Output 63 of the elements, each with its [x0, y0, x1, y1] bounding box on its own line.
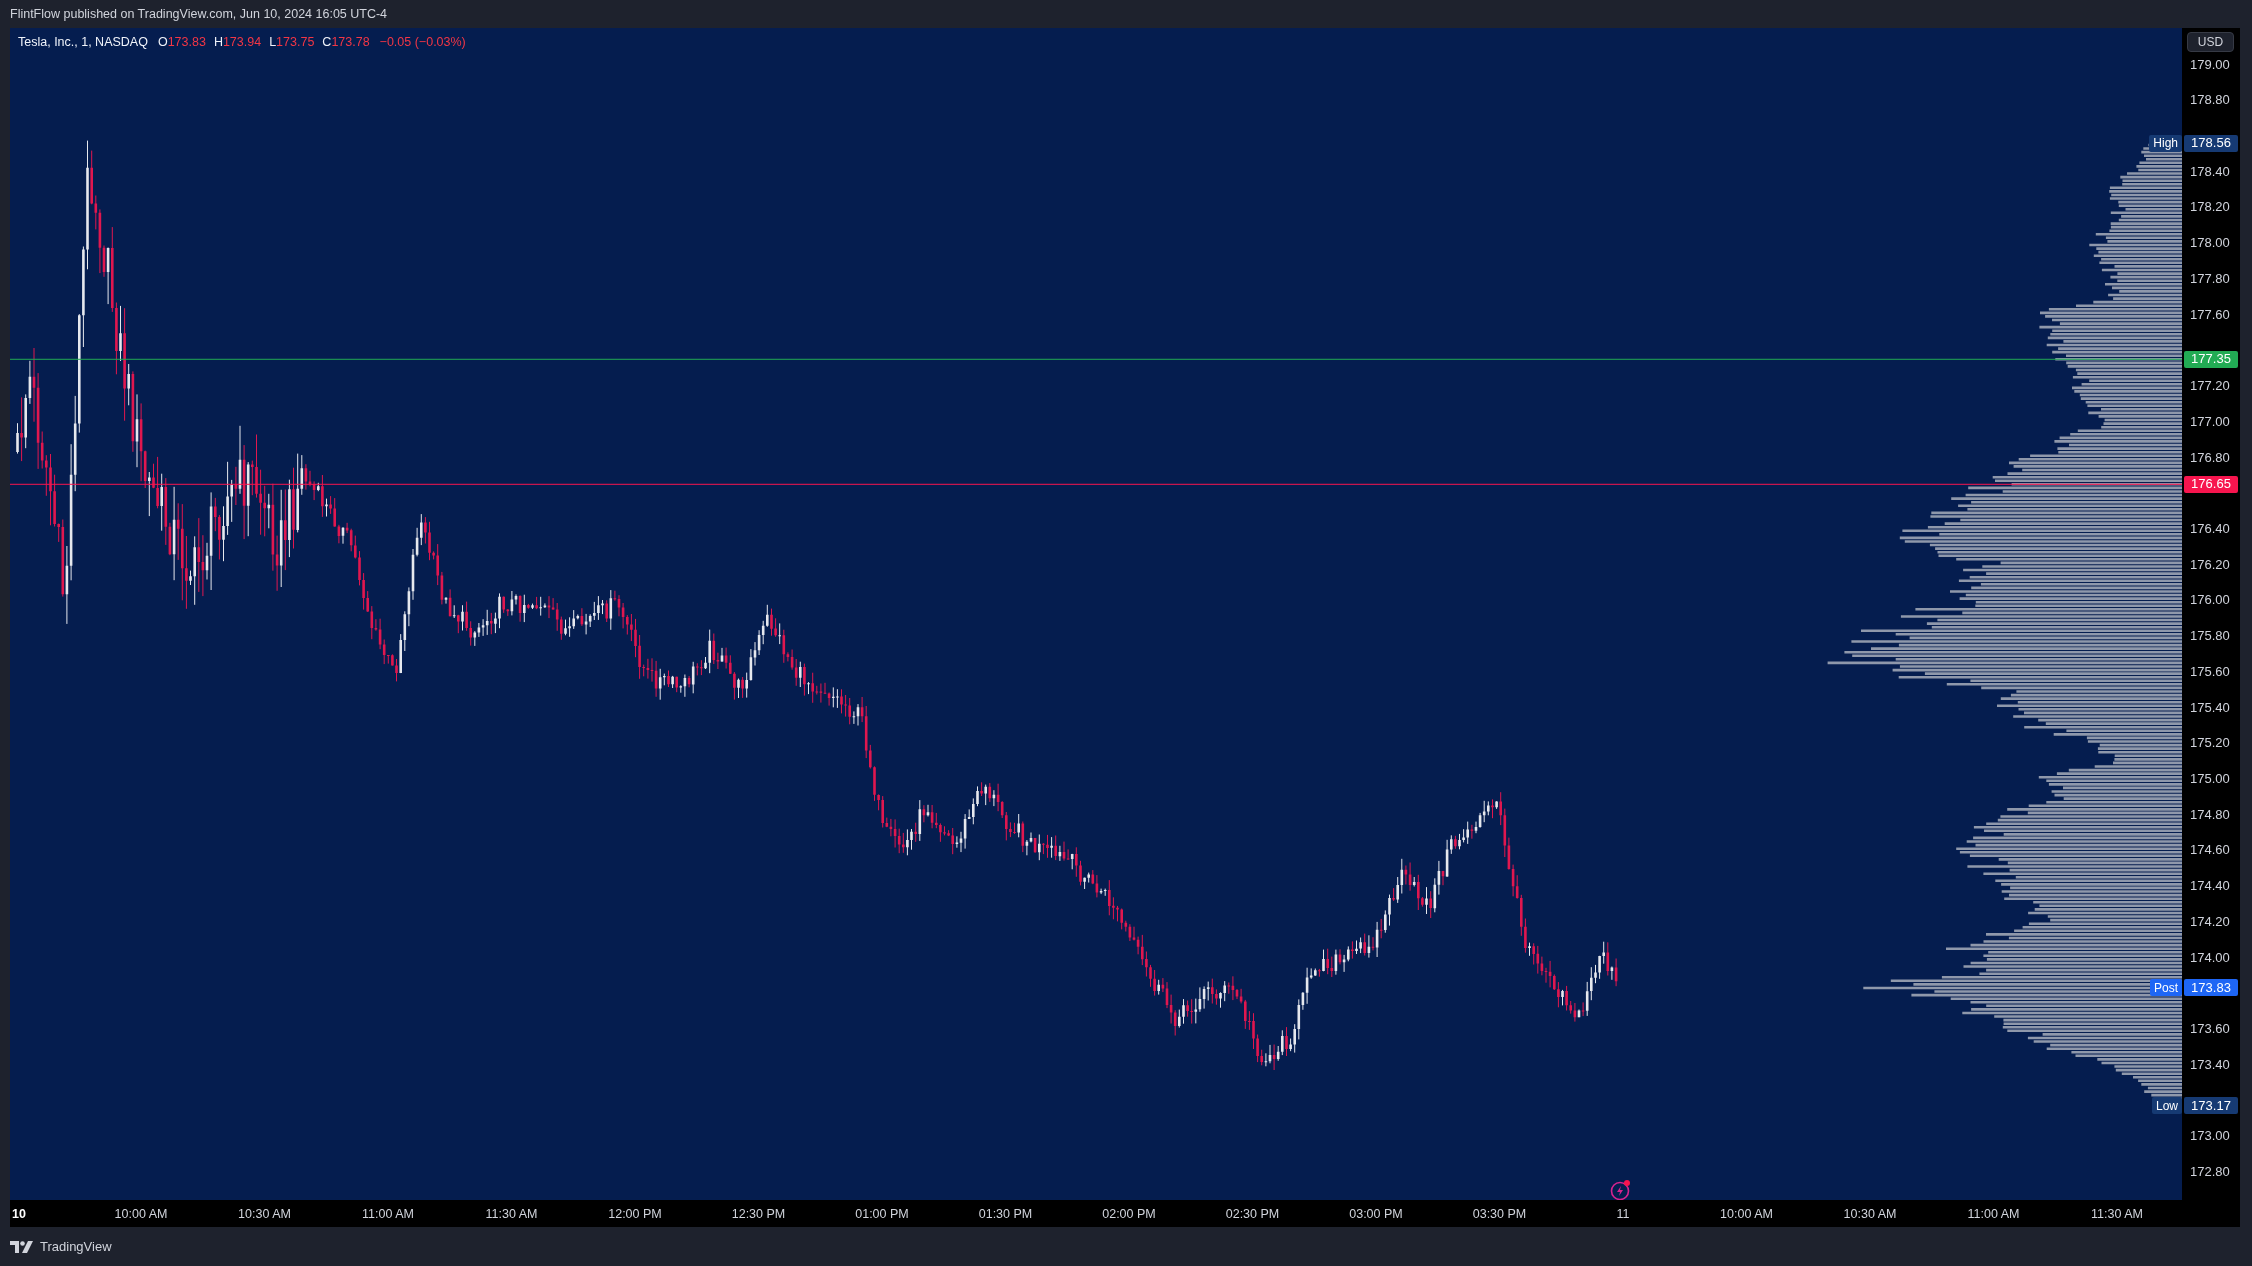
price-tick: 176.20 — [2190, 556, 2230, 573]
time-tick: 03:30 PM — [1472, 1206, 1527, 1223]
price-tick: 175.80 — [2190, 628, 2230, 645]
price-tick: 174.80 — [2190, 806, 2230, 823]
currency-button[interactable]: USD — [2187, 32, 2234, 52]
lightning-icon[interactable] — [1609, 1178, 1633, 1200]
price-tick: 178.00 — [2190, 235, 2230, 252]
time-tick: 10:00 AM — [114, 1206, 168, 1223]
price-tick: 175.60 — [2190, 663, 2230, 680]
time-tick: 01:00 PM — [855, 1206, 909, 1223]
price-tick: 179.00 — [2190, 56, 2230, 73]
price-badge-label: Low — [2152, 1097, 2182, 1115]
price-tick: 176.00 — [2190, 592, 2230, 609]
price-tick: 178.80 — [2190, 92, 2230, 109]
ohlc-value: C173.78 — [322, 34, 370, 51]
price-badge-label: Post — [2150, 979, 2182, 997]
time-tick: 11 — [1616, 1206, 1630, 1223]
time-tick: 10:30 AM — [1843, 1206, 1897, 1223]
time-tick: 02:30 PM — [1225, 1206, 1280, 1223]
price-badge: 173.17 — [2184, 1097, 2238, 1115]
ohlc-value: L173.75 — [269, 34, 315, 51]
price-tick: 178.20 — [2190, 199, 2230, 216]
price-tick: 177.80 — [2190, 270, 2230, 287]
price-tick: 177.60 — [2190, 306, 2230, 323]
price-tick: 173.40 — [2190, 1056, 2230, 1073]
time-tick: 02:00 PM — [1102, 1206, 1156, 1223]
publisher-line: FlintFlow published on TradingView.com, Jun 10, 2024 16:05 UTC-4 — [10, 5, 388, 23]
ohlc-value: O173.83 — [157, 34, 206, 51]
price-tick: 176.40 — [2190, 520, 2230, 537]
price-tick: 174.00 — [2190, 949, 2230, 966]
time-tick: 03:00 PM — [1349, 1206, 1403, 1223]
price-tick: 175.00 — [2190, 771, 2230, 787]
time-tick: 11:00 AM — [1967, 1206, 2020, 1223]
time-tick: 11:30 AM — [2091, 1206, 2143, 1223]
tradingview-logo-icon — [10, 1240, 34, 1253]
time-tick: 10:00 AM — [1720, 1206, 1773, 1223]
price-tick: 177.20 — [2190, 378, 2230, 395]
price-tick: 176.80 — [2190, 449, 2230, 466]
price-tick: 175.40 — [2190, 699, 2230, 716]
price-change: −0.05 (−0.03%) — [379, 34, 466, 51]
price-tick: 175.20 — [2190, 735, 2230, 752]
time-tick: 11:00 AM — [362, 1206, 414, 1223]
price-tick: 172.80 — [2190, 1163, 2230, 1180]
symbol-title: Tesla, Inc., 1, NASDAQ — [18, 34, 148, 51]
time-tick: 12:00 PM — [608, 1206, 662, 1223]
price-tick: 178.40 — [2190, 163, 2230, 180]
price-badge: 176.65 — [2184, 475, 2238, 493]
price-badge: 173.83 — [2184, 979, 2238, 997]
price-tick: 173.60 — [2190, 1021, 2230, 1038]
time-tick: 10 — [12, 1206, 26, 1223]
price-tick: 173.00 — [2190, 1128, 2230, 1145]
time-tick: 12:30 PM — [731, 1206, 786, 1223]
price-tick: 177.00 — [2190, 413, 2230, 430]
price-tick: 174.60 — [2190, 842, 2230, 859]
price-tick: 174.20 — [2190, 913, 2230, 930]
price-badge: 177.35 — [2184, 350, 2238, 368]
ohlc-value: H173.94 — [213, 34, 262, 51]
time-tick: 10:30 AM — [238, 1206, 291, 1223]
price-badge: 178.56 — [2184, 134, 2238, 152]
time-tick: 11:30 AM — [485, 1206, 538, 1223]
brand-name: TradingView — [40, 1237, 112, 1256]
price-tick: 174.40 — [2190, 878, 2230, 895]
time-tick: 01:30 PM — [978, 1206, 1033, 1223]
